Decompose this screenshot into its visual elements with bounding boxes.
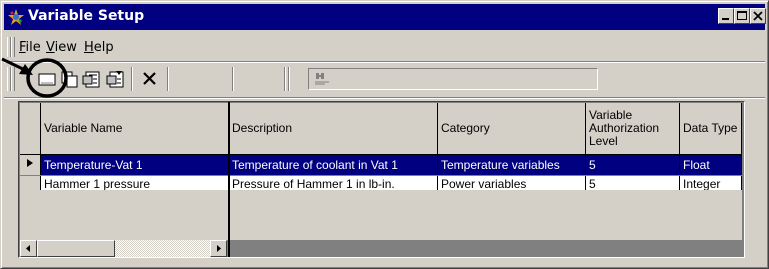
column-header-description[interactable]: Description [228, 103, 438, 155]
column-header-variable-name[interactable]: Variable Name [40, 103, 229, 155]
find-grip-2 [288, 67, 290, 91]
app-icon [8, 9, 24, 25]
window-title: Variable Setup [28, 8, 145, 24]
arrow-right-icon [217, 245, 221, 252]
frozen-column-split[interactable] [228, 102, 230, 257]
variable-grid: Variable Name Description Category Varia… [18, 101, 745, 258]
row-pointer-icon [27, 159, 33, 167]
close-button[interactable] [750, 8, 766, 24]
cell-description[interactable]: Temperature of coolant in Vat 1 [228, 154, 438, 176]
menu-view[interactable]: View [46, 40, 77, 55]
horizontal-scrollbar[interactable] [20, 240, 227, 257]
menu-file[interactable]: File [19, 40, 41, 55]
grid-empty-area [20, 190, 742, 240]
maximize-button[interactable] [734, 8, 750, 24]
copy-button[interactable] [58, 67, 82, 91]
toolbar-separator-2 [167, 67, 169, 91]
toolbar-divider [232, 67, 234, 91]
delete-button[interactable] [138, 67, 162, 91]
cell-authorization-level[interactable]: 5 [585, 154, 680, 176]
variable-table: Variable Name Description Category Varia… [20, 103, 742, 193]
column-header-authorization-level[interactable]: Variable Authorization Level [585, 103, 680, 155]
menu-bar: File View Help [4, 34, 765, 60]
find-grip[interactable] [284, 67, 286, 91]
scroll-right-button[interactable] [210, 240, 227, 257]
minimize-icon [722, 18, 729, 20]
header-row: Variable Name Description Category Varia… [20, 103, 742, 155]
maximize-icon [737, 11, 747, 20]
find-box[interactable] [308, 68, 598, 90]
copy-icon [61, 71, 78, 88]
title-bar[interactable]: Variable Setup [4, 4, 766, 30]
cell-variable-name[interactable]: Temperature-Vat 1 [40, 154, 229, 176]
corner-header[interactable] [20, 103, 41, 155]
close-icon [753, 11, 763, 21]
menu-grip-2 [11, 37, 15, 57]
toolbar-grip-2 [11, 67, 15, 91]
toolbar [4, 63, 765, 95]
properties-icon [82, 71, 100, 88]
new-button[interactable] [35, 67, 59, 91]
find-icon [315, 73, 329, 85]
row-selector[interactable] [20, 154, 41, 176]
properties-button[interactable] [80, 67, 104, 91]
cell-data-type[interactable]: Float [679, 154, 742, 176]
arrow-left-icon [26, 245, 30, 252]
toolbar-bottom-separator [4, 97, 765, 99]
table-row[interactable]: Temperature-Vat 1 Temperature of coolant… [20, 154, 742, 176]
edit-properties-icon [106, 71, 124, 88]
delete-icon [143, 72, 156, 85]
minimize-button[interactable] [718, 8, 734, 24]
column-header-category[interactable]: Category [437, 103, 586, 155]
scroll-left-button[interactable] [20, 240, 37, 257]
variable-setup-window: Variable Setup File View Help Variable N… [0, 0, 769, 269]
menu-help[interactable]: Help [84, 40, 114, 55]
cell-category[interactable]: Temperature variables [437, 154, 586, 176]
scroll-thumb[interactable] [37, 240, 115, 257]
new-icon [38, 73, 56, 86]
edit-properties-button[interactable] [104, 67, 128, 91]
toolbar-separator [131, 67, 133, 91]
column-header-data-type[interactable]: Data Type [679, 103, 742, 155]
